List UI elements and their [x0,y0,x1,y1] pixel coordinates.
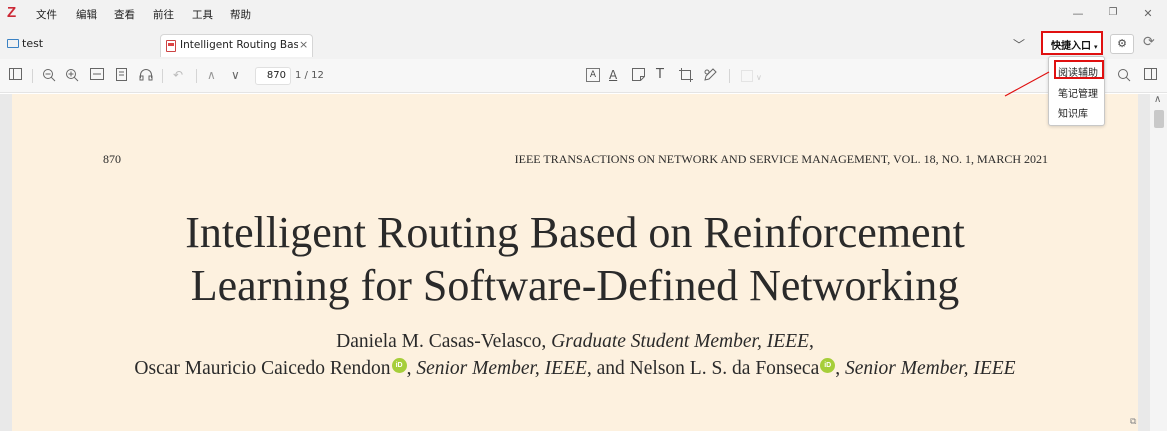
sync-icon[interactable]: ⟳ [1143,34,1155,50]
author-role: Graduate Student Member, IEEE [551,331,809,352]
orcid-icon[interactable]: iD [391,358,407,373]
headphones-icon[interactable] [139,68,153,84]
author-punct: , [406,358,417,379]
text-box-tool-icon[interactable]: A [586,68,600,82]
minimize-button[interactable]: — [1068,7,1088,20]
menu-item-knowledge-base[interactable]: 知识库 [1058,105,1088,120]
author-role: Senior Member, IEEE [844,358,1016,379]
pdf-icon [166,40,176,52]
menu-tools[interactable]: 工具 [192,7,213,22]
draw-tool-icon[interactable] [703,68,717,85]
color-caret-icon[interactable]: ∨ [756,71,762,85]
menu-item-reading-assist[interactable]: 阅读辅助 [1058,64,1098,79]
tab-document[interactable]: Intelligent Routing Base × [160,34,313,57]
page-view-icon[interactable] [116,68,127,84]
scrollbar-thumb[interactable] [1154,110,1164,128]
undo-icon[interactable]: ↶ [173,68,183,82]
toolbar-divider [729,69,730,83]
gear-icon: ⚙ [1117,37,1127,50]
quick-access-label: 快捷入口 [1051,41,1091,52]
next-page-icon[interactable]: ∨ [231,68,240,82]
tab-library-label: test [22,37,44,50]
menu-edit[interactable]: 编辑 [76,7,97,22]
toolbar-divider [162,69,163,83]
author-punct: , [808,331,814,352]
close-window-button[interactable]: ✕ [1138,7,1158,20]
page-header-number: 870 [103,152,121,166]
tab-document-label: Intelligent Routing Base [180,39,298,51]
toolbar-divider [32,69,33,83]
folder-icon [7,39,19,48]
menu-file[interactable]: 文件 [36,7,57,22]
document-viewer[interactable]: 870 IEEE TRANSACTIONS ON NETWORK AND SER… [0,94,1167,431]
sidebar-toggle-icon[interactable] [9,68,22,83]
copy-icon[interactable]: ⧉ [1130,417,1136,427]
author-line-1: Daniela M. Casas-Velasco, Graduate Stude… [12,331,1138,353]
fit-width-icon[interactable] [90,68,104,83]
reader-toolbar: ↶ ∧ ∨ 870 1 / 12 A A T ∨ [0,59,1167,93]
author-role: Senior Member, IEEE [416,358,587,379]
page-number-input[interactable]: 870 [255,67,291,85]
area-select-icon[interactable] [679,68,693,85]
restore-button[interactable]: ❐ [1103,7,1123,18]
menu-go[interactable]: 前往 [153,7,174,22]
quick-access-menu: 阅读辅助 笔记管理 知识库 [1048,56,1105,126]
paper-title-line-2: Learning for Software-Defined Networking [190,261,960,310]
zoom-out-icon[interactable] [42,68,56,85]
tab-library[interactable]: test [7,37,43,50]
author-line-2: Oscar Mauricio Caicedo Rendon iD, Senior … [12,358,1138,380]
orcid-icon[interactable]: iD [820,358,836,373]
menu-bar: Z 文件 编辑 查看 前往 工具 帮助 — ❐ ✕ [0,0,1167,30]
settings-button[interactable]: ⚙ [1110,34,1134,54]
author-name: Oscar Mauricio Caicedo Rendon [134,358,391,379]
pdf-page: 870 IEEE TRANSACTIONS ON NETWORK AND SER… [12,94,1138,431]
page-header-journal: IEEE TRANSACTIONS ON NETWORK AND SERVICE… [514,152,1048,166]
author-name: , and Nelson L. S. da Fonseca [586,358,820,379]
right-panel-toggle-icon[interactable] [1144,68,1157,83]
color-picker[interactable] [741,70,753,82]
tabs-overflow-icon[interactable]: ﹀ [1013,36,1025,53]
toolbar-divider [196,69,197,83]
search-icon[interactable] [1117,68,1131,85]
underline-tool-icon[interactable]: A [609,68,617,82]
caret-down-icon: ▾ [1094,43,1098,51]
author-punct: , [835,358,845,379]
paper-title-line-1: Intelligent Routing Based on Reinforceme… [185,208,965,257]
scroll-up-icon[interactable]: ∧ [1154,94,1161,105]
note-tool-icon[interactable] [632,68,645,84]
tab-bar: test Intelligent Routing Base × [0,30,1167,59]
text-tool-icon[interactable]: T [656,68,664,82]
previous-page-icon[interactable]: ∧ [207,68,216,82]
menu-item-note-management[interactable]: 笔记管理 [1058,85,1098,100]
zoom-in-icon[interactable] [65,68,79,85]
page-count: 1 / 12 [295,70,324,81]
menu-help[interactable]: 帮助 [230,7,251,22]
app-logo: Z [7,4,17,21]
menu-view[interactable]: 查看 [114,7,135,22]
close-tab-icon[interactable]: × [299,38,308,51]
vertical-scrollbar[interactable]: ∧ [1150,94,1167,431]
quick-access-button[interactable]: 快捷入口 ▾ [1041,31,1103,55]
author-name: Daniela M. Casas-Velasco, [336,331,552,352]
